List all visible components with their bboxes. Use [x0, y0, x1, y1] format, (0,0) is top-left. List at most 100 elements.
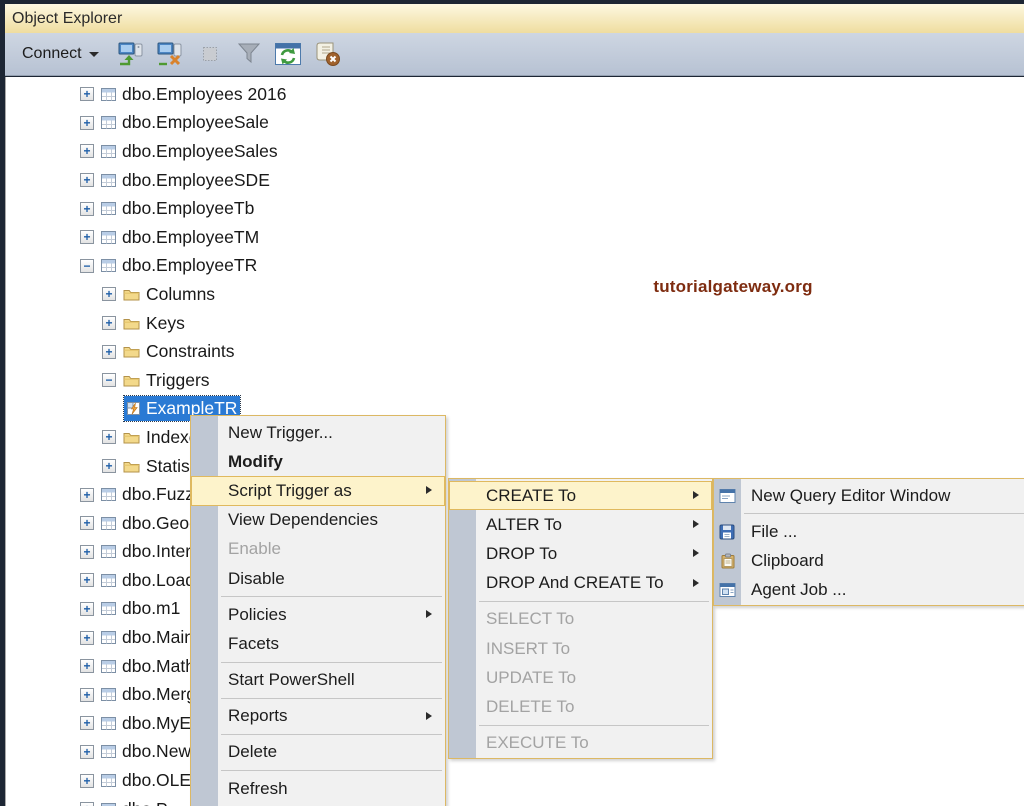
table-icon: [101, 116, 116, 130]
tree-item-dbo-employeesde[interactable]: + dbo.EmployeeSDE: [6, 166, 1024, 195]
tree-item-dbo-ole-d[interactable]: + dbo.OLE D: [6, 766, 1024, 795]
menu-item-script-trigger-as[interactable]: Script Trigger as: [191, 476, 445, 506]
expand-icon[interactable]: +: [80, 115, 94, 130]
menu-separator: [191, 767, 445, 774]
menu-item-policies[interactable]: Policies: [191, 600, 445, 629]
disconnect-server-icon[interactable]: [156, 39, 186, 69]
menu-item-reports[interactable]: Reports: [191, 702, 445, 731]
menu-item-label: Clipboard: [751, 550, 824, 570]
menu-item-delete-to: DELETE To: [449, 692, 712, 721]
menu-separator: [449, 598, 712, 605]
submenu-arrow-icon: [693, 578, 699, 587]
clipboard-icon: [718, 552, 737, 570]
menu-item-label: Script Trigger as: [228, 480, 352, 500]
tree-item-triggers[interactable]: − Triggers: [6, 366, 1024, 395]
expand-icon[interactable]: +: [80, 87, 94, 102]
connect-button[interactable]: Connect: [14, 39, 107, 69]
script-options-icon[interactable]: [312, 39, 342, 69]
refresh-icon[interactable]: [273, 39, 303, 69]
menu-item-delete[interactable]: Delete: [191, 738, 445, 767]
menu-item-new-trigger[interactable]: New Trigger...: [191, 418, 445, 447]
tree-item-constraints[interactable]: + Constraints: [6, 337, 1024, 366]
expand-icon[interactable]: +: [102, 287, 116, 302]
expand-icon[interactable]: +: [80, 201, 94, 216]
tree-item-label: dbo.EmployeeTR: [122, 255, 258, 276]
panel-title-bar[interactable]: Object Explorer: [5, 4, 1024, 33]
menu-item-label: Disable: [228, 568, 285, 588]
tree-item-label: dbo.Geog: [122, 512, 199, 533]
expand-icon[interactable]: +: [80, 687, 94, 702]
tree-item-dbo-employeesale[interactable]: + dbo.EmployeeSale: [6, 109, 1024, 138]
tree-item-label: Columns: [146, 283, 216, 304]
expand-icon[interactable]: +: [80, 144, 94, 159]
menu-item-label: DROP And CREATE To: [486, 573, 664, 593]
expand-icon[interactable]: +: [80, 659, 94, 674]
menu-item-view-dependencies[interactable]: View Dependencies: [191, 506, 445, 535]
menu-item-label: EXECUTE To: [486, 733, 589, 753]
expand-icon[interactable]: +: [102, 316, 116, 331]
table-icon: [101, 602, 116, 616]
tree-item-label: dbo.P: [122, 799, 168, 806]
menu-item-modify[interactable]: Modify: [191, 447, 445, 476]
menu-item-label: DELETE To: [486, 696, 575, 716]
tree-item-exampletr[interactable]: ExampleTR: [6, 395, 1024, 424]
expand-icon[interactable]: +: [80, 516, 94, 531]
menu-item-disable[interactable]: Disable: [191, 564, 445, 593]
expand-icon[interactable]: +: [102, 459, 116, 474]
tree-item-keys[interactable]: + Keys: [6, 309, 1024, 338]
menu-item-alter-to[interactable]: ALTER To: [449, 510, 712, 539]
expand-icon[interactable]: +: [80, 630, 94, 645]
filter-icon[interactable]: [234, 39, 264, 69]
table-icon: [101, 631, 116, 645]
expand-icon[interactable]: +: [80, 601, 94, 616]
expand-icon[interactable]: +: [80, 487, 94, 502]
tree-item-dbo-employeetm[interactable]: + dbo.EmployeeTM: [6, 223, 1024, 252]
menu-item-drop-and-create-to[interactable]: DROP And CREATE To: [449, 569, 712, 598]
expand-icon[interactable]: +: [80, 773, 94, 788]
menu-item-label: SELECT To: [486, 609, 575, 629]
tree-item-columns[interactable]: + Columns: [6, 280, 1024, 309]
expand-icon[interactable]: +: [80, 716, 94, 731]
menu-separator: [449, 722, 712, 729]
tree-item-dbo-employeetr[interactable]: − dbo.EmployeeTR: [6, 252, 1024, 281]
table-icon: [101, 545, 116, 559]
connect-server-icon[interactable]: [117, 39, 147, 69]
table-icon: [101, 659, 116, 673]
tree-item-statistics[interactable]: + Statistics: [6, 452, 1024, 481]
tree-item-dbo-p[interactable]: + dbo.P: [6, 795, 1024, 806]
submenu-arrow-icon: [426, 486, 432, 495]
menu-item-refresh[interactable]: Refresh: [191, 774, 445, 803]
expand-icon[interactable]: +: [80, 544, 94, 559]
menu-item-facets[interactable]: Facets: [191, 629, 445, 658]
menu-item-start-powershell[interactable]: Start PowerShell: [191, 666, 445, 695]
tree-item-indexes[interactable]: + Indexes: [6, 423, 1024, 452]
expand-icon[interactable]: +: [80, 573, 94, 588]
tree-item-dbo-employees-2016[interactable]: + dbo.Employees 2016: [6, 80, 1024, 109]
menu-item-update-to: UPDATE To: [449, 663, 712, 692]
expand-icon[interactable]: +: [80, 173, 94, 188]
submenu-arrow-icon: [426, 610, 432, 619]
stop-icon: [195, 39, 225, 69]
menu-item-new-query-editor-window[interactable]: New Query Editor Window: [714, 481, 1024, 510]
menu-item-clipboard[interactable]: Clipboard: [714, 546, 1024, 575]
tree-item-dbo-employeetb[interactable]: + dbo.EmployeeTb: [6, 194, 1024, 223]
script-trigger-as-submenu: CREATE To ALTER To DROP To DROP And CREATE …: [448, 478, 713, 759]
tree-item-dbo-employeesales[interactable]: + dbo.EmployeeSales: [6, 137, 1024, 166]
menu-item-agent-job[interactable]: Agent Job ...: [714, 576, 1024, 605]
table-icon: [101, 144, 116, 158]
expand-icon[interactable]: +: [102, 344, 116, 359]
expand-icon[interactable]: +: [80, 802, 94, 806]
expand-icon[interactable]: +: [102, 430, 116, 445]
watermark-text: tutorialgateway.org: [653, 277, 813, 296]
menu-item-label: INSERT To: [486, 638, 571, 658]
table-icon: [101, 774, 116, 788]
menu-item-drop-to[interactable]: DROP To: [449, 539, 712, 568]
expand-icon[interactable]: +: [80, 744, 94, 759]
expand-icon[interactable]: +: [80, 230, 94, 245]
menu-item-create-to[interactable]: CREATE To: [449, 481, 712, 511]
collapse-icon[interactable]: −: [80, 258, 94, 273]
folder-icon: [123, 460, 140, 473]
menu-item-file[interactable]: File ...: [714, 517, 1024, 546]
menu-separator: [191, 593, 445, 600]
collapse-icon[interactable]: −: [102, 373, 116, 388]
